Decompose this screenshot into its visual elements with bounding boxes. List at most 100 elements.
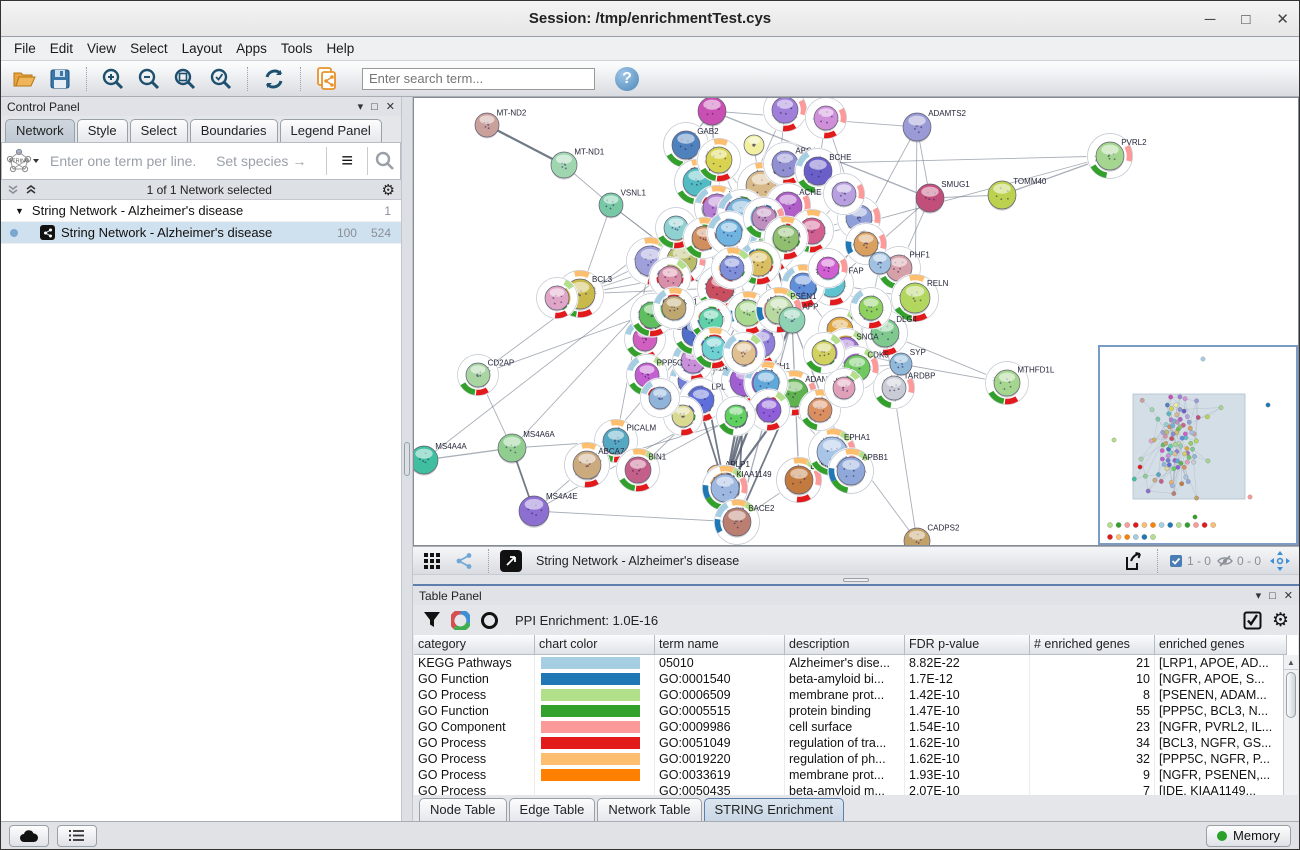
panel-menu-icon[interactable]: ▾ xyxy=(1256,589,1262,602)
column-header-2[interactable]: term name xyxy=(655,635,785,655)
network-node[interactable] xyxy=(698,98,726,127)
menu-file[interactable]: File xyxy=(7,39,43,58)
network-node[interactable] xyxy=(654,288,695,329)
table-row[interactable]: GO ProcessGO:0050435beta-amyloid m...2.0… xyxy=(414,783,1298,795)
zoom-selected-button[interactable] xyxy=(206,65,236,93)
network-node-cd2ap[interactable]: CD2AP xyxy=(458,355,515,396)
enrichment-settings-gear-icon[interactable]: ⚙ xyxy=(1272,611,1289,630)
tab-string-enrichment[interactable]: STRING Enrichment xyxy=(704,798,844,821)
menu-tools[interactable]: Tools xyxy=(274,39,320,58)
panel-menu-icon[interactable]: ▾ xyxy=(358,100,364,113)
birds-eye-view[interactable] xyxy=(1098,345,1298,545)
horizontal-splitter[interactable] xyxy=(413,574,1299,584)
export-image-button[interactable] xyxy=(1120,550,1146,572)
network-from-selection-button[interactable] xyxy=(312,65,342,93)
table-row[interactable]: GO ComponentGO:0009986cell surface1.54E-… xyxy=(414,719,1298,735)
network-node[interactable] xyxy=(712,248,753,289)
network-node-abca7[interactable]: ABCA7 xyxy=(565,443,625,488)
selected-nodes-badge[interactable]: 1 - 0 xyxy=(1169,554,1211,568)
table-row[interactable]: GO ProcessGO:0006509membrane prot...1.42… xyxy=(414,687,1298,703)
string-query-placeholder[interactable]: Enter one term per line. xyxy=(40,153,216,169)
network-node[interactable] xyxy=(825,369,864,408)
table-row[interactable]: GO ProcessGO:0019220regulation of ph...1… xyxy=(414,751,1298,767)
table-scrollbar[interactable]: ▲ xyxy=(1283,655,1298,795)
network-node[interactable] xyxy=(764,98,807,132)
table-row[interactable]: GO FunctionGO:0005515protein binding1.47… xyxy=(414,703,1298,719)
hidden-nodes-badge[interactable]: 0 - 0 xyxy=(1217,554,1261,568)
network-node[interactable] xyxy=(724,333,765,374)
string-protein-query-selector[interactable]: STRING xyxy=(6,148,40,174)
network-node[interactable] xyxy=(806,98,847,139)
table-row[interactable]: GO FunctionGO:0001540beta-amyloid bi...1… xyxy=(414,671,1298,687)
column-header-0[interactable]: category xyxy=(414,635,535,655)
network-node[interactable] xyxy=(800,390,841,431)
panel-divider[interactable] xyxy=(401,97,413,821)
network-node[interactable] xyxy=(804,333,845,374)
column-header-6[interactable]: enriched genes xyxy=(1155,635,1287,655)
refresh-network-button[interactable] xyxy=(259,65,289,93)
network-node[interactable] xyxy=(744,135,764,156)
network-node-mt-nd1[interactable]: MT-ND1 xyxy=(551,148,605,180)
network-node[interactable] xyxy=(809,249,848,288)
collapse-all-icon[interactable] xyxy=(7,184,19,196)
menu-view[interactable]: View xyxy=(80,39,123,58)
panel-close-icon[interactable]: ✕ xyxy=(386,100,395,113)
network-node-mthfd1l[interactable]: MTHFD1L xyxy=(986,362,1055,405)
task-history-button[interactable] xyxy=(57,825,97,847)
column-header-1[interactable]: chart color xyxy=(535,635,655,655)
scrollbar-thumb[interactable] xyxy=(1286,672,1296,718)
tree-expand-icon[interactable]: ▼ xyxy=(15,206,24,216)
network-collection-row[interactable]: ▼ String Network - Alzheimer's disease 1 xyxy=(1,200,401,222)
donut-chart-icon[interactable] xyxy=(451,611,470,630)
cloud-button[interactable] xyxy=(9,825,49,847)
network-node-ms4a4a[interactable]: MS4A4A xyxy=(414,442,467,476)
network-node[interactable] xyxy=(717,397,756,436)
expand-all-icon[interactable] xyxy=(25,184,37,196)
network-node-adamts2[interactable]: ADAMTS2 xyxy=(903,109,967,143)
search-input[interactable] xyxy=(362,68,595,90)
tab-network-table[interactable]: Network Table xyxy=(597,798,701,821)
maximize-button[interactable]: □ xyxy=(1241,12,1250,27)
zoom-in-button[interactable] xyxy=(98,65,128,93)
splitter-grip[interactable] xyxy=(843,578,869,582)
tab-select[interactable]: Select xyxy=(130,119,188,142)
network-options-gear-icon[interactable]: ⚙ xyxy=(382,181,395,199)
network-node-cadps2[interactable]: CADPS2 xyxy=(904,524,960,545)
share-view-button[interactable] xyxy=(451,550,477,572)
string-options-menu-icon[interactable]: ≡ xyxy=(333,150,361,173)
panel-float-icon[interactable]: □ xyxy=(371,101,378,113)
tab-legend-panel[interactable]: Legend Panel xyxy=(280,119,382,142)
select-rows-checkbox-icon[interactable] xyxy=(1243,611,1262,630)
save-session-button[interactable] xyxy=(45,65,75,93)
network-node-mt-nd2[interactable]: MT-ND2 xyxy=(475,108,527,138)
divider-grip[interactable] xyxy=(404,442,410,476)
network-node[interactable] xyxy=(698,139,741,182)
tab-node-table[interactable]: Node Table xyxy=(419,798,507,821)
tab-network[interactable]: Network xyxy=(5,119,75,142)
network-node-tomm40[interactable]: TOMM40 xyxy=(988,177,1047,211)
menu-apps[interactable]: Apps xyxy=(229,39,274,58)
detach-view-button[interactable] xyxy=(500,550,522,572)
network-node[interactable] xyxy=(851,288,892,329)
network-node-ms4a4e[interactable]: MS4A4E xyxy=(519,492,578,528)
table-row[interactable]: KEGG Pathways05010Alzheimer's dise...8.8… xyxy=(414,655,1298,671)
memory-button[interactable]: Memory xyxy=(1206,825,1291,847)
table-row[interactable]: GO ProcessGO:0051049regulation of tra...… xyxy=(414,735,1298,751)
menu-edit[interactable]: Edit xyxy=(43,39,80,58)
network-row-selected[interactable]: String Network - Alzheimer's disease 100… xyxy=(1,222,401,244)
grid-view-button[interactable] xyxy=(419,550,445,572)
string-search-icon[interactable] xyxy=(374,150,396,172)
tab-edge-table[interactable]: Edge Table xyxy=(509,798,596,821)
scroll-up-arrow[interactable]: ▲ xyxy=(1284,655,1298,670)
menu-help[interactable]: Help xyxy=(319,39,361,58)
column-header-3[interactable]: description xyxy=(785,635,905,655)
menu-layout[interactable]: Layout xyxy=(175,39,230,58)
minimize-button[interactable]: ─ xyxy=(1205,12,1216,27)
birds-eye-graph[interactable] xyxy=(1100,347,1296,543)
network-node[interactable] xyxy=(537,278,578,319)
network-node[interactable] xyxy=(824,174,865,215)
tab-style[interactable]: Style xyxy=(77,119,128,142)
network-node-bace2[interactable]: BACE2 xyxy=(715,500,775,545)
panel-close-icon[interactable]: ✕ xyxy=(1284,589,1293,602)
network-node-bin1[interactable]: BIN1 xyxy=(617,449,667,492)
